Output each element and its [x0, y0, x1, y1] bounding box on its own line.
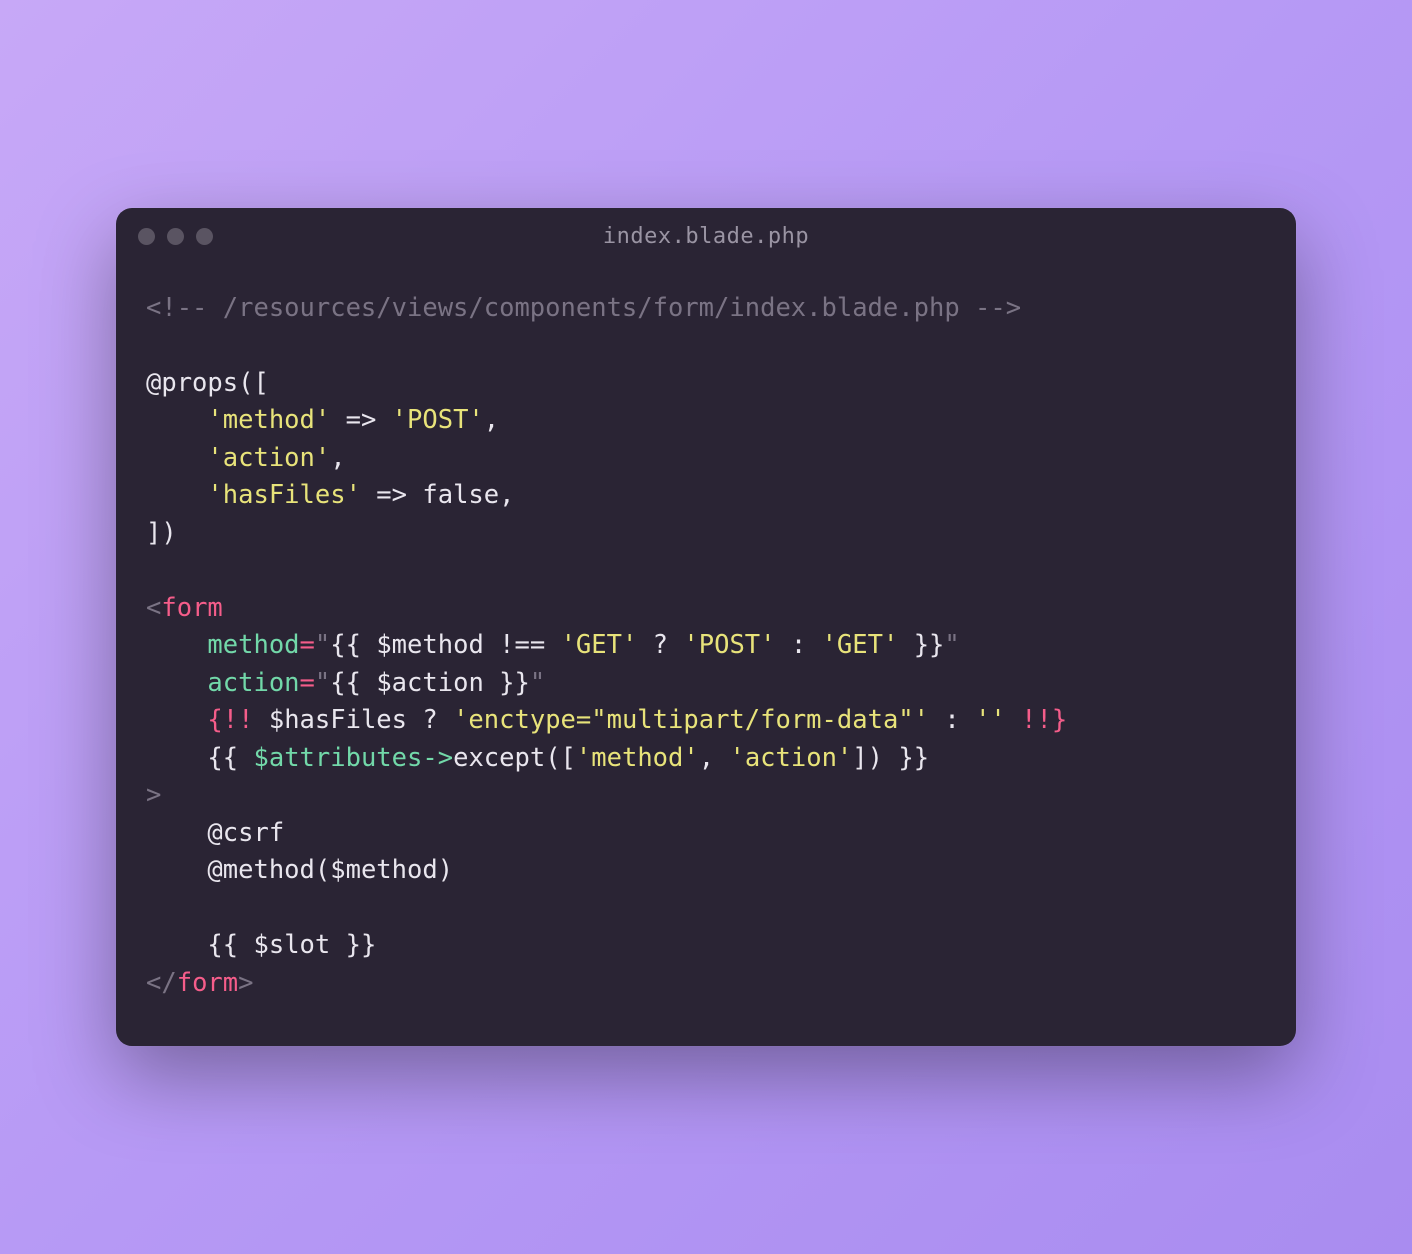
code-comment: <!-- /resources/views/components/form/in…: [146, 293, 1021, 323]
blade-open: {{: [207, 743, 253, 773]
minimize-icon[interactable]: [167, 228, 184, 245]
comma: ,: [499, 480, 514, 510]
eq: =: [300, 668, 315, 698]
blade-raw-close: !!}: [1006, 705, 1067, 735]
get-str: 'GET': [561, 630, 638, 660]
indent: [146, 630, 207, 660]
tag-open-bracket: <: [146, 593, 161, 623]
tag-close-bracket: >: [146, 780, 161, 810]
indent: [146, 743, 207, 773]
props-open: @props([: [146, 368, 269, 398]
code-window: index.blade.php <!-- /resources/views/co…: [116, 208, 1296, 1046]
quote: ": [944, 630, 959, 660]
post-str: 'POST': [683, 630, 775, 660]
indent: [146, 405, 207, 435]
blade-close: }}: [883, 743, 929, 773]
indent: [146, 668, 207, 698]
form-close-tag: form: [177, 968, 238, 998]
blade-close: }}: [330, 930, 376, 960]
qmark: ?: [407, 705, 453, 735]
indent: [146, 705, 207, 735]
form-tag: form: [161, 593, 222, 623]
indent: [146, 818, 207, 848]
quote: ": [530, 668, 545, 698]
arrow: =>: [330, 405, 391, 435]
tag-slash: /: [161, 968, 176, 998]
maximize-icon[interactable]: [196, 228, 213, 245]
tag-close-bracket: >: [238, 968, 253, 998]
quote: ": [315, 668, 330, 698]
empty-str: '': [975, 705, 1006, 735]
prop-hasfiles-key: 'hasFiles': [207, 480, 361, 510]
colon: :: [929, 705, 975, 735]
prop-action-key: 'action': [207, 443, 330, 473]
slot-var: $slot: [253, 930, 330, 960]
blade-open: {{: [207, 930, 253, 960]
comma: ,: [330, 443, 345, 473]
indent: [146, 480, 207, 510]
code-editor[interactable]: <!-- /resources/views/components/form/in…: [116, 266, 1296, 1046]
indent: [146, 930, 207, 960]
window-title: index.blade.php: [116, 224, 1296, 249]
enctype-str: 'enctype="multipart/form-data"': [453, 705, 929, 735]
comma-space: ,: [699, 743, 730, 773]
prop-hasfiles-val: false: [422, 480, 499, 510]
method-str: 'method': [576, 743, 699, 773]
prop-method-val: 'POST': [392, 405, 484, 435]
props-close: ]): [146, 518, 177, 548]
blade-raw-open: {!!: [207, 705, 268, 735]
attributes-var: $attributes: [253, 743, 422, 773]
blade-open: {{: [330, 630, 376, 660]
tag-open-bracket: <: [146, 968, 161, 998]
prop-method-key: 'method': [207, 405, 330, 435]
blade-close: }}: [484, 668, 530, 698]
indent: [146, 443, 207, 473]
action-var: $action: [376, 668, 483, 698]
close-icon[interactable]: [138, 228, 155, 245]
attr-method: method: [207, 630, 299, 660]
except-call: except([: [453, 743, 576, 773]
traffic-lights: [138, 228, 213, 245]
method-directive: @method($method): [207, 855, 453, 885]
method-expr: $method !==: [376, 630, 560, 660]
eq: =: [300, 630, 315, 660]
qmark: ?: [637, 630, 683, 660]
except-end: ]): [852, 743, 883, 773]
action-str: 'action': [729, 743, 852, 773]
blade-open: {{: [330, 668, 376, 698]
thin-arrow: ->: [422, 743, 453, 773]
blade-close: }}: [898, 630, 944, 660]
get-str: 'GET': [822, 630, 899, 660]
attr-action: action: [207, 668, 299, 698]
hasfiles-var: $hasFiles: [269, 705, 407, 735]
arrow: =>: [361, 480, 422, 510]
csrf: @csrf: [207, 818, 284, 848]
colon: :: [776, 630, 822, 660]
quote: ": [315, 630, 330, 660]
comma: ,: [484, 405, 499, 435]
indent: [146, 855, 207, 885]
window-titlebar: index.blade.php: [116, 208, 1296, 266]
